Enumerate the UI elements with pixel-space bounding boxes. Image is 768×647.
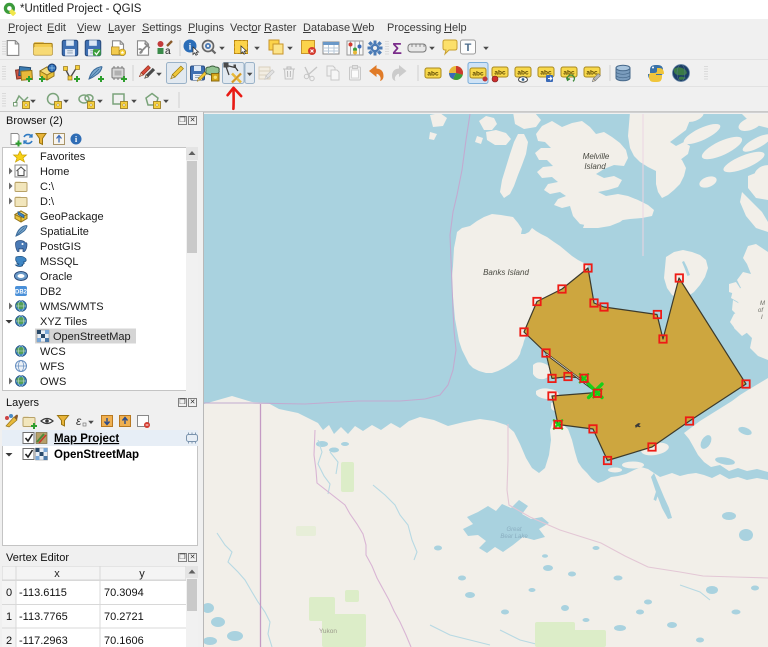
svg-text:Banks Island: Banks Island [483, 268, 529, 277]
svg-text:2: 2 [6, 635, 12, 647]
svg-text:OWS: OWS [40, 376, 66, 388]
svg-text:-113.6115: -113.6115 [19, 587, 67, 599]
svg-text:Home: Home [40, 166, 69, 178]
svg-text:Island: Island [584, 162, 606, 171]
svg-text:Oracle: Oracle [40, 271, 72, 283]
svg-text:a: a [165, 46, 171, 57]
svg-text:Yukon: Yukon [319, 628, 337, 635]
svg-text:MSSQL: MSSQL [40, 256, 79, 268]
svg-text:Σ: Σ [392, 41, 402, 58]
svg-text:Map Project: Map Project [54, 433, 119, 445]
svg-text:OpenStreetMap: OpenStreetMap [54, 449, 139, 461]
svg-text:WFS: WFS [40, 361, 64, 373]
svg-text:C:\: C:\ [40, 181, 55, 193]
svg-text:DB2: DB2 [40, 286, 61, 298]
svg-text:0: 0 [6, 587, 12, 599]
svg-text:Great: Great [506, 527, 521, 533]
svg-text:70.1606: 70.1606 [104, 635, 144, 647]
svg-text:GeoPackage: GeoPackage [40, 211, 104, 223]
svg-text:Favorites: Favorites [40, 151, 86, 163]
svg-text:x: x [54, 568, 60, 580]
svg-text:70.3094: 70.3094 [104, 587, 144, 599]
svg-text:PostGIS: PostGIS [40, 241, 81, 253]
svg-text:D:\: D:\ [40, 196, 55, 208]
svg-text:OpenStreetMap: OpenStreetMap [53, 331, 131, 343]
svg-text:70.2721: 70.2721 [104, 611, 144, 623]
svg-text:T: T [465, 42, 472, 54]
svg-text:DB2: DB2 [15, 290, 28, 296]
svg-text:Bear Lake: Bear Lake [500, 534, 528, 540]
svg-text:WMS/WMTS: WMS/WMTS [40, 301, 104, 313]
svg-text:-113.7765: -113.7765 [19, 611, 68, 623]
svg-text:M: M [760, 301, 765, 307]
svg-text:XYZ Tiles: XYZ Tiles [40, 316, 88, 328]
svg-text:1: 1 [6, 611, 12, 623]
svg-text:y: y [139, 568, 145, 580]
svg-text:-117.2963: -117.2963 [19, 635, 68, 647]
svg-text:WCS: WCS [40, 346, 66, 358]
svg-text:Melville: Melville [583, 152, 610, 161]
svg-text:SpatiaLite: SpatiaLite [40, 226, 89, 238]
